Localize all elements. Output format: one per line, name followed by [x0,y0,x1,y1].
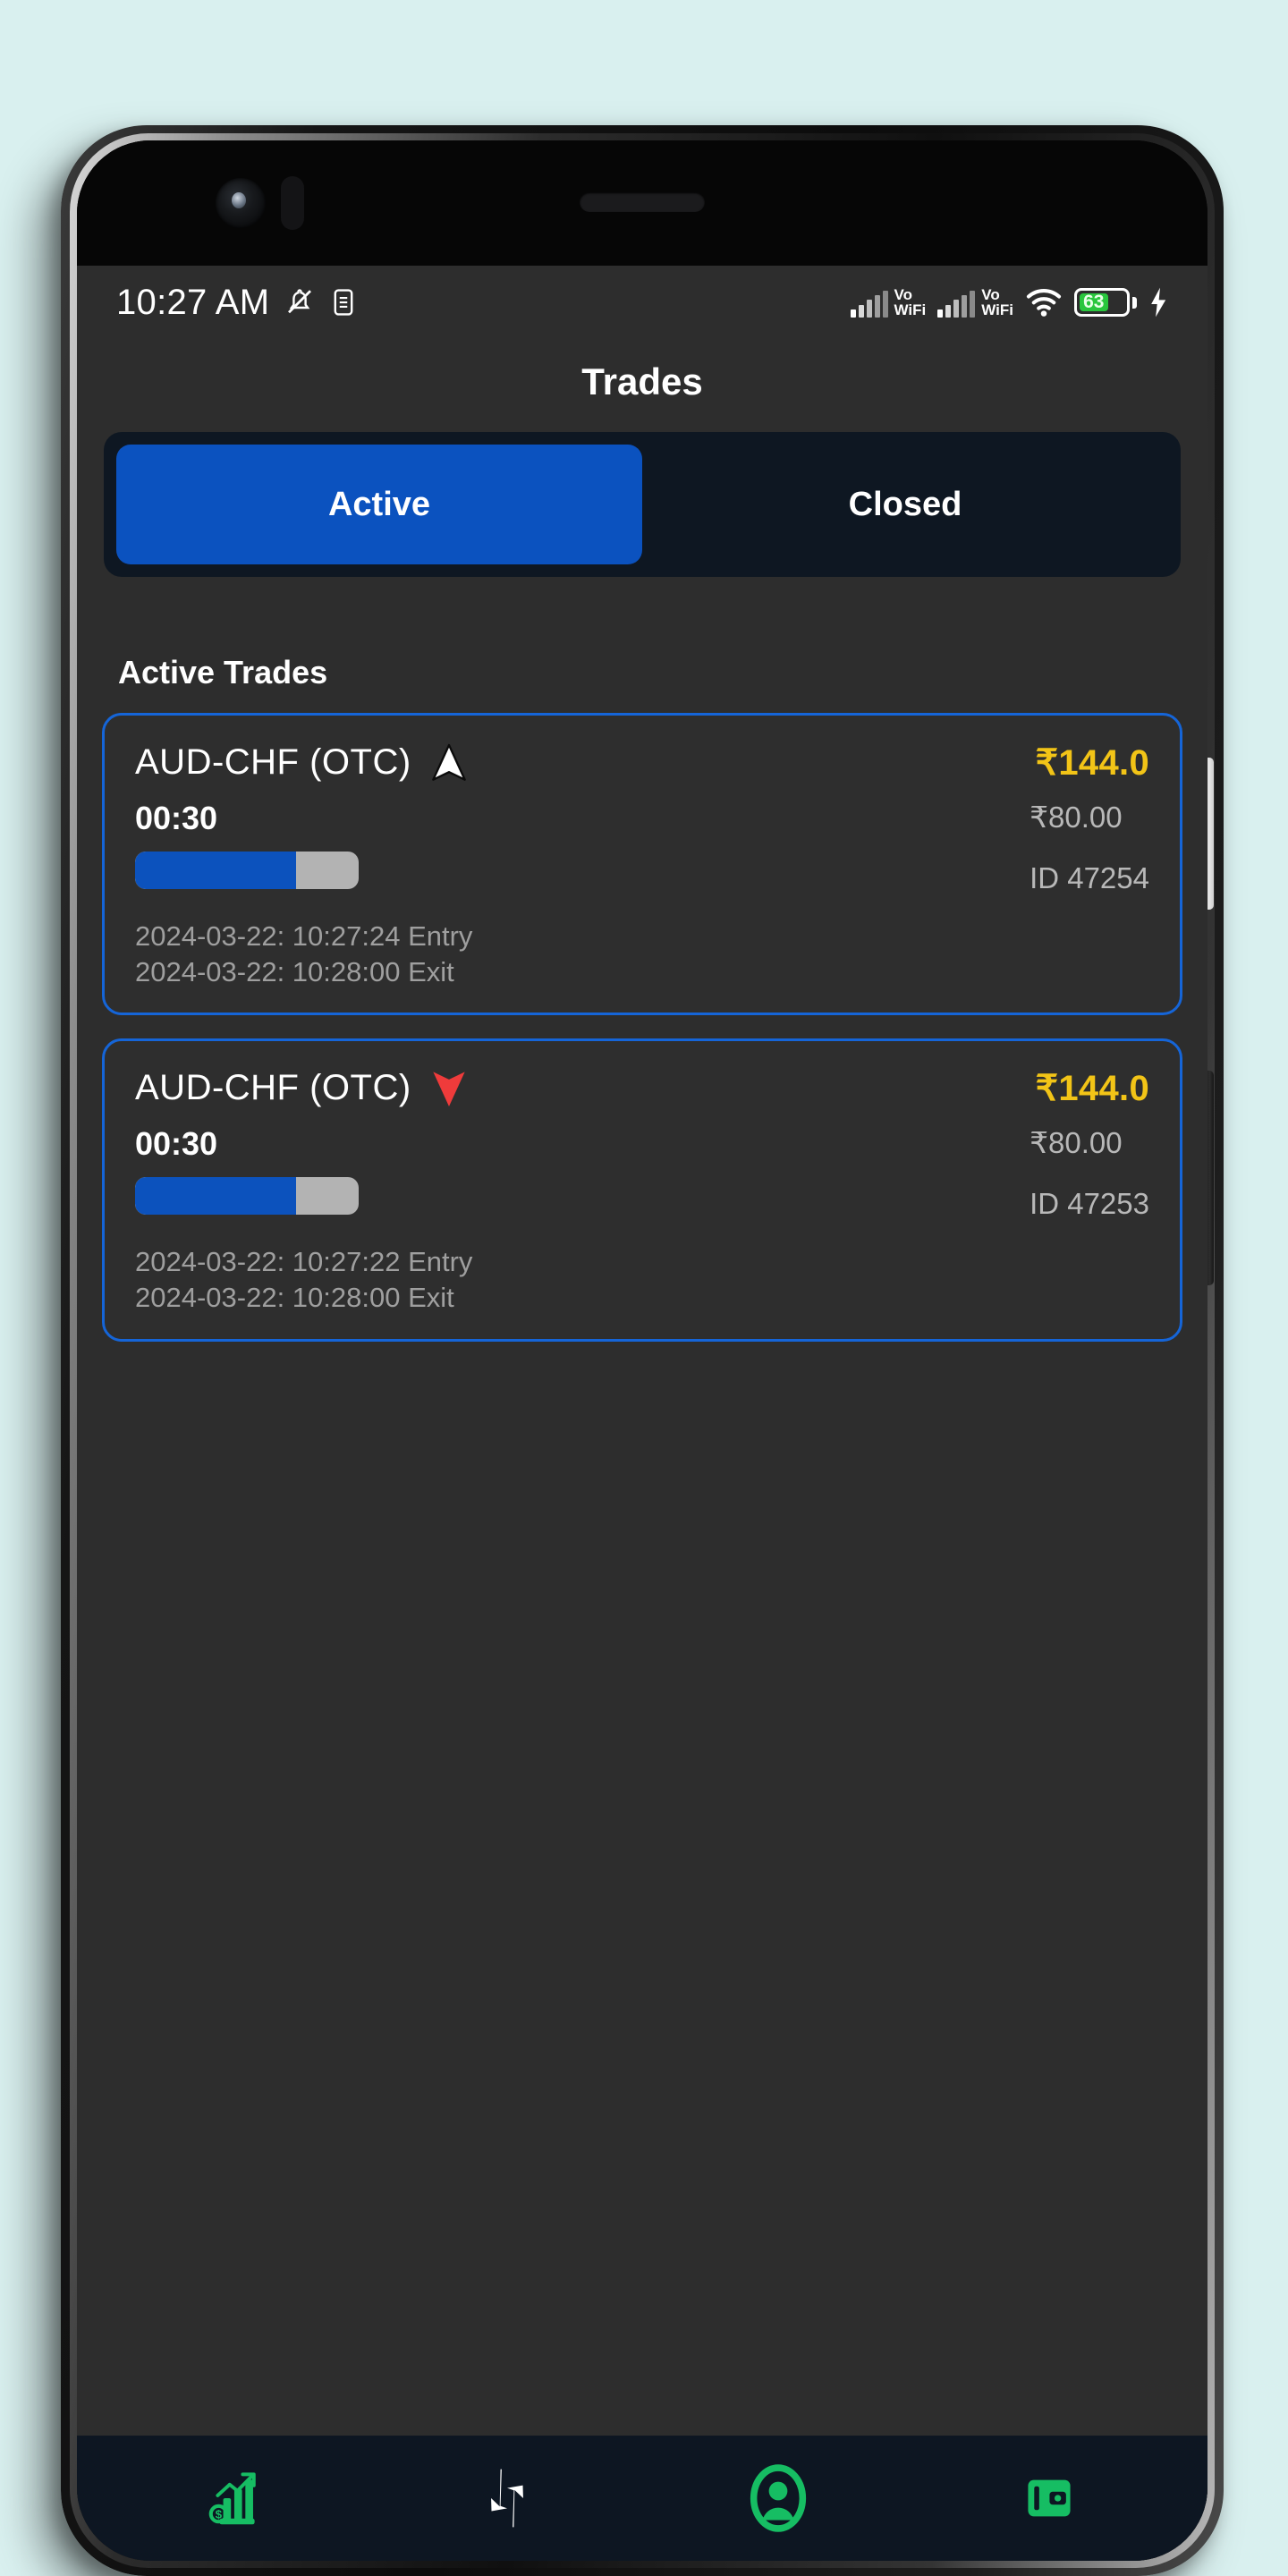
wallet-icon [1027,2479,1071,2517]
trade-progress-bar [135,852,359,889]
svg-text:$: $ [215,2508,222,2521]
nfc-icon [334,289,353,316]
phone-body: 10:27 AM Vo WiFi Vo WiFi 63 Trades Activ… [77,140,1214,2561]
trade-pair-label: AUD-CHF (OTC) [135,1068,411,1108]
trade-arrows-icon [490,2469,523,2528]
battery-percent-label: 63 [1083,292,1105,312]
trade-meta-group: ₹80.00 ID 47254 [1030,800,1149,895]
trade-progress-fill [135,1177,296,1216]
status-bar-left: 10:27 AM [116,283,357,323]
trade-card[interactable]: AUD-CHF (OTC) ₹144.0 00:30 ₹80.00 ID 472… [102,1038,1182,1342]
trade-timestamps: 2024-03-22: 10:27:22 Entry 2024-03-22: 1… [135,1244,1149,1315]
vowifi-icon: Vo WiFi [981,286,1013,318]
nav-item-market[interactable]: $ [182,2449,290,2547]
trade-amount: ₹80.00 [1030,1126,1123,1160]
status-bar-right: Vo WiFi Vo WiFi 63 [850,286,1168,318]
nav-item-wallet[interactable] [996,2449,1103,2547]
camera-aperture-icon [232,192,246,208]
phone-device: 10:27 AM Vo WiFi Vo WiFi 63 Trades Activ… [61,125,1224,2576]
section-title: Active Trades [118,654,328,691]
bell-muted-icon [288,289,312,314]
trade-amount: ₹80.00 [1030,801,1123,834]
tab-active[interactable]: Active [116,445,642,564]
tab-switcher: Active Closed [104,432,1181,577]
trade-exit-time: 2024-03-22: 10:28:00 Exit [135,1282,454,1314]
trade-id: ID 47253 [1030,1187,1149,1221]
wifi-icon [1026,289,1062,317]
trade-progress-fill [135,852,296,889]
trade-timer: 00:30 [135,800,218,836]
trade-card-body: 00:30 ₹80.00 ID 47253 [135,1125,1149,1221]
signal-bars-icon [850,291,888,318]
charging-bolt-icon [1151,287,1166,318]
trade-payout: ₹144.0 [1035,1069,1149,1109]
earpiece-speaker [580,192,705,212]
bottom-navigation-bar: $ [77,2436,1208,2561]
sim1-signal-group: Vo WiFi [850,286,927,318]
nav-item-account[interactable] [724,2449,832,2547]
chart-growth-icon: $ [208,2472,256,2525]
phone-screen: 10:27 AM Vo WiFi Vo WiFi 63 Trades Activ… [77,140,1208,2561]
trade-exit-time: 2024-03-22: 10:28:00 Exit [135,955,454,987]
direction-down-arrow-icon [433,1072,465,1106]
nav-item-trades[interactable] [453,2449,561,2547]
trade-timer-group: 00:30 [135,1125,359,1216]
page-title: Trades [581,360,703,402]
trade-id: ID 47254 [1030,861,1149,894]
trade-card-body: 00:30 ₹80.00 ID 47254 [135,800,1149,895]
trade-payout: ₹144.0 [1035,743,1149,783]
proximity-sensor-icon [281,176,304,230]
trade-timer-group: 00:30 [135,800,359,889]
trade-pair-row: AUD-CHF (OTC) [135,742,467,783]
status-clock: 10:27 AM [116,282,270,322]
vowifi-icon: Vo WiFi [894,286,927,318]
trade-card-header: AUD-CHF (OTC) ₹144.0 [135,1068,1149,1109]
sim2-signal-group: Vo WiFi [937,287,1013,318]
trade-entry-time: 2024-03-22: 10:27:22 Entry [135,1246,473,1278]
app-root: 10:27 AM Vo WiFi Vo WiFi 63 Trades Activ… [77,266,1208,2561]
trade-entry-time: 2024-03-22: 10:27:24 Entry [135,920,473,952]
page-backdrop: 10:27 AM Vo WiFi Vo WiFi 63 Trades Activ… [0,0,1288,2576]
trade-pair-label: AUD-CHF (OTC) [135,742,411,782]
status-bar: 10:27 AM Vo WiFi Vo WiFi 63 [77,266,1208,339]
trade-card-header: AUD-CHF (OTC) ₹144.0 [135,742,1149,784]
tab-active-label: Active [327,485,431,523]
notch-area [77,140,1208,266]
trade-progress-bar [135,1177,359,1216]
trade-timestamps: 2024-03-22: 10:27:24 Entry 2024-03-22: 1… [135,919,1149,989]
trade-meta-group: ₹80.00 ID 47253 [1030,1125,1149,1221]
account-person-icon [750,2464,806,2532]
trade-pair-row: AUD-CHF (OTC) [135,1068,467,1108]
tab-closed[interactable]: Closed [642,445,1168,564]
title-bar: Trades [77,339,1208,425]
content-area: Active Trades AUD-CHF (OTC) ₹144.0 00:30… [77,577,1208,2436]
battery-icon: 63 [1074,288,1137,317]
trade-card[interactable]: AUD-CHF (OTC) ₹144.0 00:30 ₹80.00 ID 472… [102,713,1182,1016]
signal-bars-icon [937,291,976,318]
direction-up-arrow-icon [431,743,466,781]
trade-timer: 00:30 [135,1125,218,1163]
tab-closed-label: Closed [848,485,962,523]
